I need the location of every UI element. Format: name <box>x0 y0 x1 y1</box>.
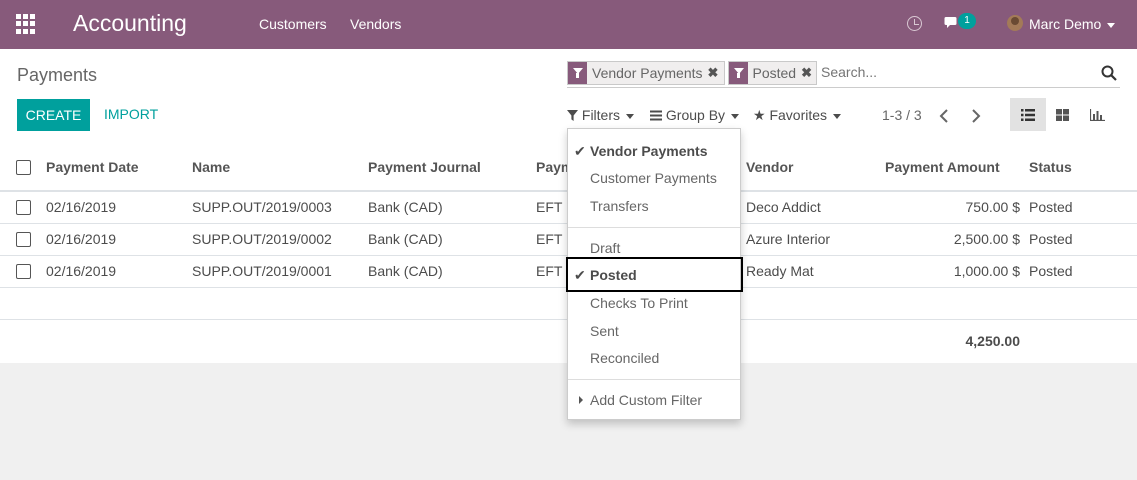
caret-down-icon <box>626 113 635 119</box>
menu-vendors[interactable]: Vendors <box>350 16 401 32</box>
filter-posted[interactable]: Posted <box>590 267 637 283</box>
select-all-checkbox[interactable] <box>16 160 31 175</box>
caret-right-icon <box>579 396 583 404</box>
facet-label: Posted <box>752 65 797 81</box>
add-custom-filter[interactable]: Add Custom Filter <box>590 392 702 408</box>
payment-method: EFT <box>536 199 563 215</box>
col-payment-date[interactable]: Payment Date <box>46 159 139 175</box>
payment-journal: Bank (CAD) <box>368 263 443 279</box>
apps-menu-icon[interactable] <box>16 14 36 34</box>
check-icon: ✔ <box>574 267 586 283</box>
row-checkbox[interactable] <box>16 200 31 215</box>
favorites-label: Favorites <box>769 107 828 123</box>
col-payment-amount[interactable]: Payment Amount <box>885 159 1000 175</box>
page-title: Payments <box>17 65 98 85</box>
row-checkbox[interactable] <box>16 264 31 279</box>
check-icon: ✔ <box>574 143 586 159</box>
filter-checks-to-print[interactable]: Checks To Print <box>590 295 688 311</box>
filter-customer-payments[interactable]: Customer Payments <box>590 170 717 186</box>
filter-draft[interactable]: Draft <box>590 240 620 256</box>
groupby-label: Group By <box>665 107 726 123</box>
favorites-dropdown-toggle[interactable]: ★ Favorites <box>753 107 842 124</box>
filters-label: Filters <box>581 107 621 123</box>
status: Posted <box>1029 231 1073 247</box>
caret-down-icon <box>833 113 842 119</box>
search-icon[interactable] <box>1101 65 1117 81</box>
vendor: Azure Interior <box>746 231 831 247</box>
col-status[interactable]: Status <box>1029 159 1072 175</box>
payment-date: 02/16/2019 <box>46 231 117 247</box>
status: Posted <box>1029 199 1073 215</box>
col-payment-journal[interactable]: Payment Journal <box>368 159 481 175</box>
facet-label: Vendor Payments <box>592 65 703 81</box>
divider <box>568 227 740 228</box>
message-count-badge: 1 <box>958 13 976 29</box>
star-icon: ★ <box>753 107 766 123</box>
create-button[interactable]: CREATE <box>17 99 90 131</box>
payment-journal: Bank (CAD) <box>368 231 443 247</box>
payment-date: 02/16/2019 <box>46 199 117 215</box>
payment-name: SUPP.OUT/2019/0003 <box>192 199 332 215</box>
search-input[interactable] <box>821 64 1091 80</box>
row-checkbox[interactable] <box>16 232 31 247</box>
list-icon <box>1021 109 1035 121</box>
remove-facet-icon[interactable]: ✖ <box>708 65 723 81</box>
payment-date: 02/16/2019 <box>46 263 117 279</box>
col-vendor[interactable]: Vendor <box>746 159 793 175</box>
col-name[interactable]: Name <box>192 159 230 175</box>
filters-dropdown-toggle[interactable]: Filters <box>567 107 647 129</box>
bars-icon <box>650 110 662 121</box>
filter-vendor-payments[interactable]: Vendor Payments <box>590 143 708 159</box>
payment-amount: 1,000.00 $ <box>953 263 1020 279</box>
payment-method: EFT <box>536 231 563 247</box>
menu-customers[interactable]: Customers <box>259 16 327 32</box>
filter-icon <box>567 110 578 121</box>
chevron-right-icon[interactable] <box>967 108 983 124</box>
top-navbar: Accounting Customers Vendors 1 Marc Demo <box>0 0 1137 49</box>
payment-name: SUPP.OUT/2019/0001 <box>192 263 332 279</box>
caret-down-icon <box>731 113 740 119</box>
pager-value[interactable]: 1-3 / 3 <box>882 107 922 123</box>
user-name: Marc Demo <box>1029 16 1102 32</box>
import-button[interactable]: IMPORT <box>104 106 158 122</box>
filter-transfers[interactable]: Transfers <box>590 198 649 214</box>
payment-amount: 750.00 $ <box>965 199 1021 215</box>
kanban-view-button[interactable] <box>1045 98 1081 131</box>
search-underline <box>567 87 1120 88</box>
filter-icon <box>729 62 748 84</box>
bar-chart-icon <box>1090 109 1105 121</box>
divider <box>568 379 740 380</box>
vendor: Deco Addict <box>746 199 821 215</box>
total-amount: 4,250.00 <box>965 333 1021 349</box>
facet-vendor-payments: Vendor Payments ✖ <box>567 61 725 85</box>
groupby-dropdown-toggle[interactable]: Group By <box>650 107 740 123</box>
payment-amount: 2,500.00 $ <box>953 231 1020 247</box>
caret-down-icon <box>1107 22 1116 28</box>
activity-clock-icon[interactable] <box>907 16 922 31</box>
remove-facet-icon[interactable]: ✖ <box>801 65 816 81</box>
chevron-left-icon[interactable] <box>937 108 953 124</box>
payment-name: SUPP.OUT/2019/0002 <box>192 231 332 247</box>
filter-sent[interactable]: Sent <box>590 323 619 339</box>
kanban-icon <box>1056 109 1069 121</box>
payment-method: EFT <box>536 263 563 279</box>
graph-view-button[interactable] <box>1080 98 1116 131</box>
status: Posted <box>1029 263 1073 279</box>
filters-dropdown-menu: ✔ Vendor Payments Customer Payments Tran… <box>566 128 743 420</box>
user-menu[interactable]: Marc Demo <box>1029 16 1116 32</box>
facet-posted: Posted ✖ <box>728 61 817 85</box>
app-title[interactable]: Accounting <box>73 10 187 37</box>
filter-reconciled[interactable]: Reconciled <box>590 350 659 366</box>
filter-icon <box>568 62 587 84</box>
vendor: Ready Mat <box>746 263 814 279</box>
list-view-button[interactable] <box>1010 98 1046 131</box>
avatar[interactable] <box>1007 15 1023 31</box>
payment-journal: Bank (CAD) <box>368 199 443 215</box>
